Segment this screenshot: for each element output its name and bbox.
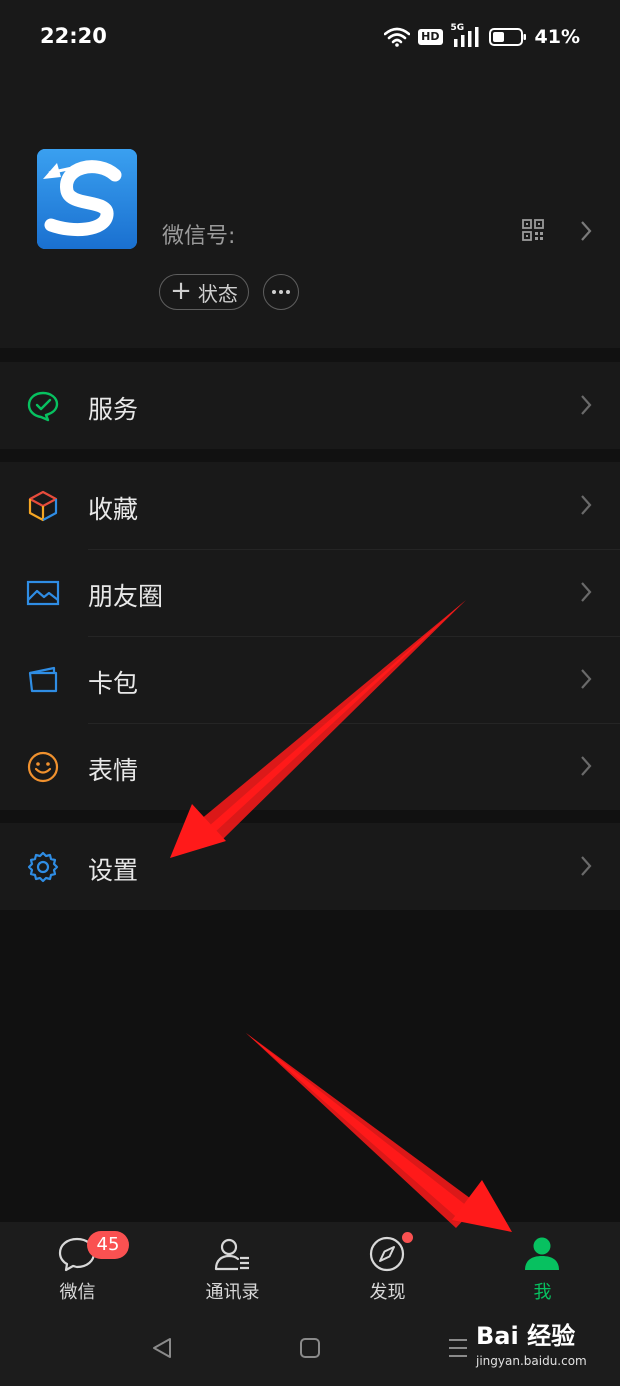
chevron-right-icon [581, 856, 592, 876]
tab-label-discover: 发现 [369, 1282, 406, 1303]
home-square-icon[interactable] [299, 1337, 321, 1359]
status-icons: HD 5G 41% [384, 23, 580, 50]
services-icon [27, 391, 59, 422]
menu-item-settings[interactable]: 设置 [0, 823, 620, 910]
chevron-right-icon [581, 756, 592, 776]
tab-label-me: 我 [533, 1282, 552, 1303]
menu-item-stickers[interactable]: 表情 [0, 723, 620, 810]
chevron-right-icon [581, 669, 592, 689]
compass-icon [369, 1236, 405, 1272]
battery-level: 41% [534, 26, 580, 48]
sticker-smile-icon [27, 751, 59, 783]
menu-label-settings: 设置 [88, 856, 139, 885]
menu-item-favorites[interactable]: 收藏 [0, 462, 620, 549]
discover-notification-dot [402, 1232, 413, 1243]
watermark-brand: Bai 经验 [476, 1322, 576, 1350]
chevron-right-icon [581, 495, 592, 515]
wechat-id-label: 微信号: [162, 224, 236, 249]
more-button[interactable] [263, 274, 299, 310]
menu-label-services: 服务 [88, 395, 139, 424]
wifi-icon [384, 27, 411, 47]
chevron-right-icon [581, 395, 592, 415]
menu-label-favorites: 收藏 [88, 495, 139, 524]
menu-item-cards[interactable]: 卡包 [0, 636, 620, 723]
tab-label-contacts: 通讯录 [205, 1282, 260, 1303]
tab-label-chats: 微信 [59, 1282, 96, 1303]
cell-signal-icon: 5G [451, 23, 481, 49]
status-time: 22:20 [40, 24, 107, 48]
back-triangle-icon[interactable] [150, 1336, 174, 1360]
tab-contacts[interactable]: 通讯录 [155, 1222, 310, 1314]
card-wallet-icon [28, 666, 58, 693]
hd-badge: HD [418, 29, 443, 45]
profile-header[interactable]: 微信号: + 状态 [0, 76, 620, 348]
chevron-right-icon [581, 582, 592, 602]
annotation-arrow-me-tab [246, 1033, 512, 1232]
tab-discover[interactable]: 发现 [310, 1222, 465, 1314]
wechat-me-page: 22:20 HD 5G 41% 微信号: + 状态 服务 收藏 朋友圈 卡包 表… [0, 0, 620, 1386]
menu-label-stickers: 表情 [88, 756, 139, 785]
menu-group-services: 服务 [0, 362, 620, 449]
menu-label-moments: 朋友圈 [88, 582, 164, 611]
chevron-right-icon[interactable] [578, 219, 594, 243]
menu-group-settings: 设置 [0, 823, 620, 910]
person-icon [525, 1237, 559, 1270]
menu-item-moments[interactable]: 朋友圈 [0, 549, 620, 636]
plus-icon: + [170, 276, 192, 306]
menu-group-main: 收藏 朋友圈 卡包 表情 [0, 462, 620, 810]
add-status-button[interactable]: + 状态 [159, 274, 249, 310]
menu-item-services[interactable]: 服务 [0, 362, 620, 449]
status-bar: 22:20 HD 5G 41% [0, 0, 620, 76]
recent-apps-icon[interactable] [447, 1336, 469, 1360]
bottom-tab-bar: 45 微信 通讯录 发现 我 [0, 1222, 620, 1314]
settings-gear-icon [27, 851, 59, 883]
avatar[interactable] [37, 149, 137, 249]
tab-me[interactable]: 我 [465, 1222, 620, 1314]
moments-image-icon [26, 580, 60, 606]
tab-chats[interactable]: 45 微信 [0, 1222, 155, 1314]
battery-icon [488, 28, 526, 46]
menu-label-cards: 卡包 [88, 669, 139, 698]
avatar-logo-icon [37, 149, 137, 249]
favorites-cube-icon [28, 490, 58, 522]
contacts-icon [214, 1238, 249, 1271]
baidu-watermark: Bai 经验 jingyan.baidu.com [476, 1322, 616, 1378]
qr-code-icon[interactable] [522, 219, 544, 241]
more-dots-icon [272, 290, 276, 294]
status-button-label: 状态 [197, 281, 238, 306]
watermark-url: jingyan.baidu.com [476, 1354, 587, 1368]
unread-badge: 45 [87, 1231, 129, 1259]
